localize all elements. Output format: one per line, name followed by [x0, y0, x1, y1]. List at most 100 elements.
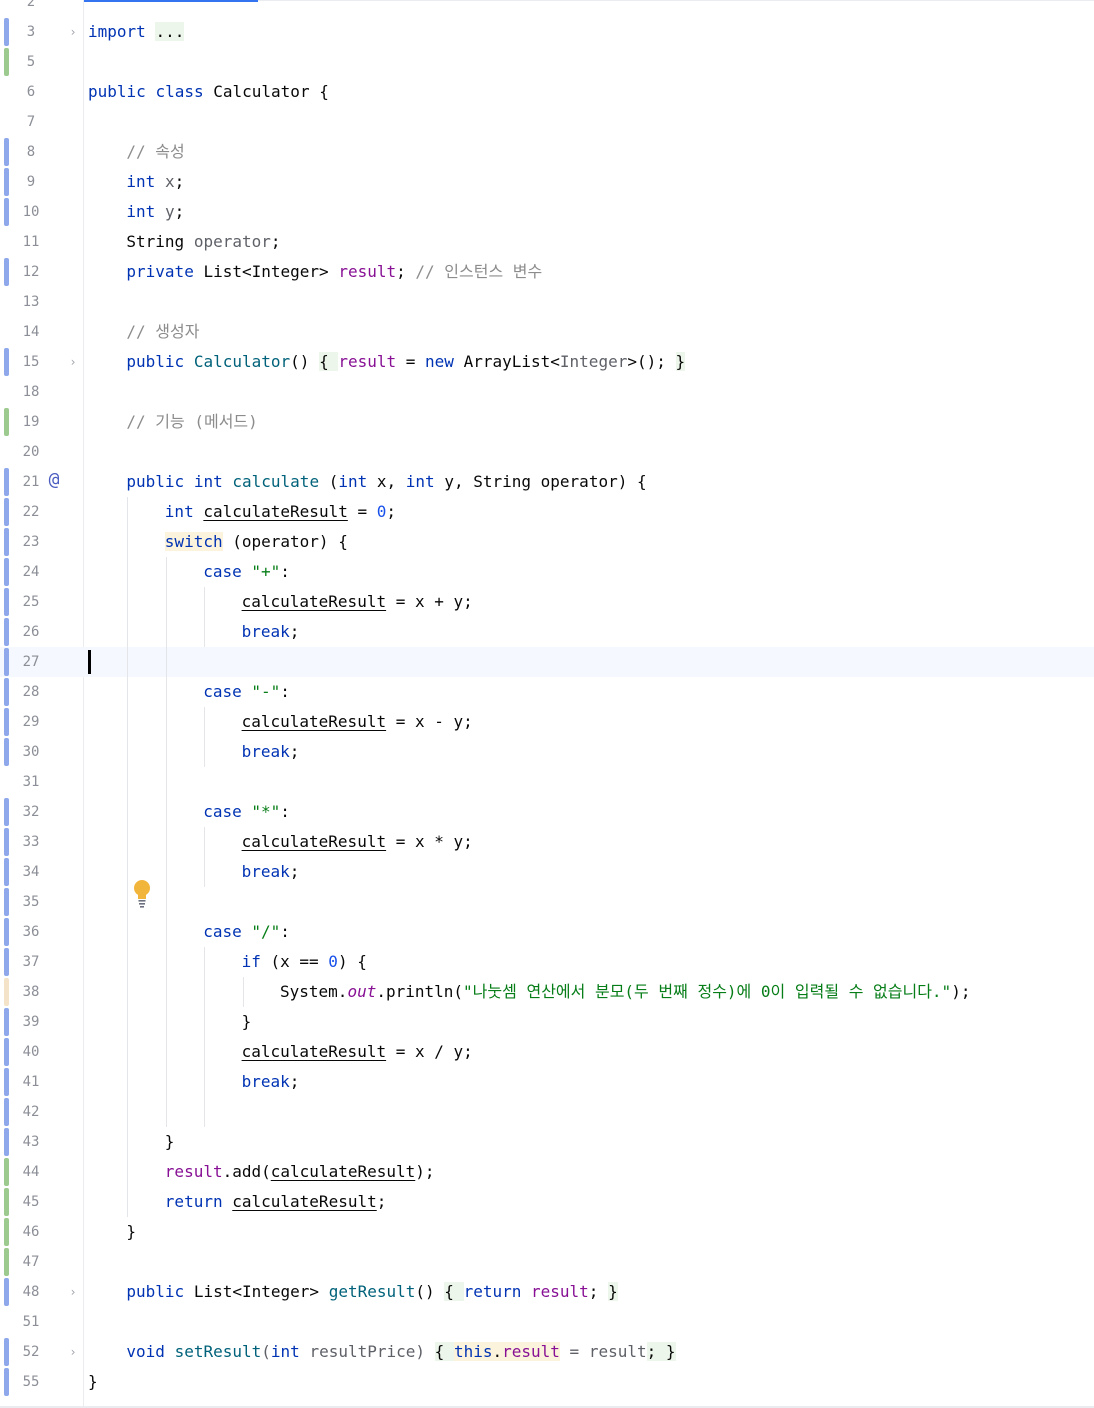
code-text[interactable]: } — [242, 1007, 252, 1037]
change-marker[interactable] — [4, 618, 9, 646]
code-line[interactable]: 3 › import ... — [0, 17, 1094, 47]
code-text[interactable]: case "+": — [203, 557, 290, 587]
change-marker[interactable] — [4, 978, 9, 1006]
line-number[interactable]: 41 — [14, 1067, 48, 1097]
change-marker[interactable] — [4, 258, 9, 286]
line-number[interactable]: 38 — [14, 977, 48, 1007]
line-number[interactable]: 39 — [14, 1007, 48, 1037]
change-marker[interactable] — [4, 648, 9, 676]
lightbulb-icon[interactable] — [132, 879, 152, 909]
change-marker[interactable] — [4, 138, 9, 166]
line-number[interactable]: 31 — [14, 767, 48, 797]
change-marker[interactable] — [4, 1278, 9, 1306]
line-number[interactable]: 37 — [14, 947, 48, 977]
code-line[interactable]: 29 calculateResult = x - y; — [0, 707, 1094, 737]
code-line[interactable]: 5 — [0, 47, 1094, 77]
change-marker[interactable] — [4, 1158, 9, 1186]
change-marker[interactable] — [4, 888, 9, 916]
line-number[interactable]: 32 — [14, 797, 48, 827]
code-line[interactable]: 47 — [0, 1247, 1094, 1277]
line-number[interactable]: 45 — [14, 1187, 48, 1217]
code-text[interactable]: } — [126, 1217, 136, 1247]
change-marker[interactable] — [4, 1368, 9, 1396]
code-text[interactable]: if (x == 0) { — [242, 947, 367, 977]
code-text[interactable]: public List<Integer> getResult() { retur… — [126, 1277, 618, 1307]
code-line[interactable]: 37 if (x == 0) { — [0, 947, 1094, 977]
code-text[interactable]: System.out.println("나눗셈 연산에서 분모(두 번째 정수)… — [280, 977, 970, 1007]
code-line[interactable]: 46} — [0, 1217, 1094, 1247]
code-text[interactable]: public int calculate (int x, int y, Stri… — [126, 467, 646, 497]
code-line[interactable]: 11 String operator; — [0, 227, 1094, 257]
code-line[interactable]: 2 — [0, 0, 1094, 17]
code-text[interactable]: int x; — [126, 167, 184, 197]
line-number[interactable]: 21 — [14, 467, 48, 497]
code-line[interactable]: 44 result.add(calculateResult); — [0, 1157, 1094, 1187]
change-marker[interactable] — [4, 588, 9, 616]
change-marker[interactable] — [4, 1218, 9, 1246]
code-line[interactable]: 52 › void setResult(int resultPrice) { thi… — [0, 1337, 1094, 1367]
code-line[interactable]: 7 — [0, 107, 1094, 137]
code-text[interactable]: int y; — [126, 197, 184, 227]
chevron-right-icon[interactable]: › — [66, 355, 80, 369]
line-number[interactable]: 14 — [14, 317, 48, 347]
change-marker[interactable] — [4, 468, 9, 496]
line-number[interactable]: 34 — [14, 857, 48, 887]
change-marker[interactable] — [4, 798, 9, 826]
code-line[interactable]: 8 // 속성 — [0, 137, 1094, 167]
line-number[interactable]: 52 — [14, 1337, 48, 1367]
code-text[interactable]: String operator; — [126, 227, 280, 257]
code-text[interactable]: void setResult(int resultPrice) { this.r… — [126, 1337, 676, 1367]
code-line[interactable]: 51 — [0, 1307, 1094, 1337]
change-marker[interactable] — [4, 558, 9, 586]
change-marker[interactable] — [4, 18, 9, 46]
change-marker[interactable] — [4, 678, 9, 706]
code-text[interactable]: // 생성자 — [126, 317, 199, 347]
chevron-right-icon[interactable]: › — [66, 1345, 80, 1359]
code-text[interactable]: switch (operator) { — [164, 527, 348, 557]
code-text[interactable]: case "-": — [203, 677, 290, 707]
code-text[interactable]: import ... — [88, 17, 185, 47]
line-number[interactable]: 6 — [14, 77, 48, 107]
code-text[interactable]: return calculateResult; — [165, 1187, 387, 1217]
line-number[interactable]: 5 — [14, 47, 48, 77]
code-text[interactable]: calculateResult = x - y; — [242, 707, 473, 737]
line-number[interactable]: 33 — [14, 827, 48, 857]
code-line[interactable]: 30 break; — [0, 737, 1094, 767]
code-line[interactable]: 21 public int calculate (int x, int y, St… — [0, 467, 1094, 497]
change-marker[interactable] — [4, 528, 9, 556]
code-line[interactable]: 18 — [0, 377, 1094, 407]
line-number[interactable]: 7 — [14, 107, 48, 137]
change-marker[interactable] — [4, 198, 9, 226]
code-line[interactable]: 12 private List<Integer> result; // 인스턴스 … — [0, 257, 1094, 287]
line-number[interactable]: 19 — [14, 407, 48, 437]
code-line[interactable]: 27 — [0, 647, 1094, 677]
code-line[interactable]: 39} — [0, 1007, 1094, 1037]
code-text[interactable]: case "/": — [203, 917, 290, 947]
code-line[interactable]: 31 — [0, 767, 1094, 797]
code-text[interactable]: public Calculator() { result = new Array… — [126, 347, 686, 377]
code-line[interactable]: 9 int x; — [0, 167, 1094, 197]
code-text[interactable]: // 기능 (메서드) — [126, 407, 257, 437]
line-number[interactable]: 9 — [14, 167, 48, 197]
change-marker[interactable] — [4, 1248, 9, 1276]
change-marker[interactable] — [4, 168, 9, 196]
code-line[interactable]: 45 return calculateResult; — [0, 1187, 1094, 1217]
code-text[interactable]: calculateResult = x + y; — [242, 587, 473, 617]
code-line[interactable]: 23 switch (operator) { — [0, 527, 1094, 557]
code-text[interactable]: int calculateResult = 0; — [165, 497, 396, 527]
line-number[interactable]: 30 — [14, 737, 48, 767]
code-text[interactable]: break; — [242, 617, 300, 647]
line-number[interactable]: 3 — [14, 17, 48, 47]
code-line[interactable]: 43} — [0, 1127, 1094, 1157]
line-number[interactable]: 43 — [14, 1127, 48, 1157]
code-line[interactable]: 36 case "/": — [0, 917, 1094, 947]
change-marker[interactable] — [4, 918, 9, 946]
change-marker[interactable] — [4, 498, 9, 526]
code-text[interactable]: calculateResult = x / y; — [242, 1037, 473, 1067]
code-line[interactable]: 14 // 생성자 — [0, 317, 1094, 347]
code-line[interactable]: 19 // 기능 (메서드) — [0, 407, 1094, 437]
code-line[interactable]: 41 break; — [0, 1067, 1094, 1097]
code-line[interactable]: 15 › public Calculator() { result = new Ar… — [0, 347, 1094, 377]
code-line[interactable]: 38 System.out.println("나눗셈 연산에서 분모(두 번째 정… — [0, 977, 1094, 1007]
chevron-right-icon[interactable]: › — [66, 1285, 80, 1299]
